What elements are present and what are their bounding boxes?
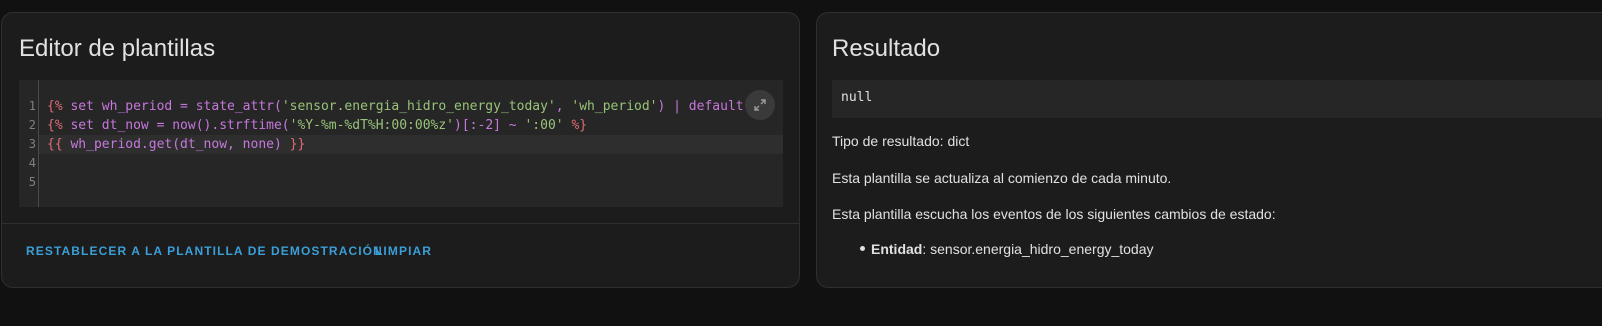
line-number: 2 bbox=[28, 118, 36, 132]
expand-icon bbox=[754, 99, 766, 111]
code-token-delimiter: {{ bbox=[47, 137, 63, 152]
result-output-box: null bbox=[832, 80, 1602, 118]
reset-demo-template-button[interactable]: RESTABLECER A LA PLANTILLA DE DEMOSTRACI… bbox=[26, 241, 383, 261]
entity-value: : sensor.energia_hidro_energy_today bbox=[922, 241, 1154, 257]
clear-button[interactable]: LIMPIAR bbox=[375, 241, 432, 261]
code-line-1[interactable]: {% set wh_period = state_attr('sensor.en… bbox=[47, 97, 783, 116]
code-token-delimiter: {% bbox=[47, 99, 63, 114]
result-title: Resultado bbox=[832, 35, 941, 62]
line-number: 5 bbox=[28, 175, 36, 189]
code-token-keyword: set bbox=[70, 99, 94, 114]
code-line-3[interactable]: {{ wh_period.get(dt_now, none) }} bbox=[47, 135, 305, 154]
code-token-text: , bbox=[555, 99, 572, 114]
code-token-text: )[:-2] ~ bbox=[454, 118, 525, 133]
card-actions-divider bbox=[2, 223, 799, 224]
line-number: 1 bbox=[28, 99, 36, 113]
line-number-gutter: 1 2 3 4 5 bbox=[19, 80, 39, 207]
code-token-delimiter: }} bbox=[289, 137, 306, 152]
code-token-text: dt_now = now().strftime( bbox=[93, 118, 290, 133]
code-token-delimiter: %} bbox=[571, 118, 588, 133]
result-output: null bbox=[841, 90, 873, 105]
code-token-text: wh_period = state_attr( bbox=[93, 99, 282, 114]
result-card: Resultado null Tipo de resultado: dict E… bbox=[816, 12, 1602, 288]
entity-list-item: Entidad: sensor.energia_hidro_energy_tod… bbox=[871, 241, 1154, 257]
editor-title: Editor de plantillas bbox=[19, 35, 216, 62]
code-token-text: wh_period.get(dt_now, none) bbox=[62, 137, 290, 152]
code-token-string: 'sensor.energia_hidro_energy_today' bbox=[281, 99, 556, 114]
code-token-string: ':00' bbox=[524, 118, 564, 133]
code-token-keyword: set bbox=[70, 118, 94, 133]
result-type-text: Tipo de resultado: dict bbox=[832, 133, 970, 149]
code-token-string: '%Y-%m-%dT%H:00:00%z' bbox=[289, 118, 455, 133]
line-number: 4 bbox=[28, 156, 36, 170]
code-token-delimiter: {% bbox=[47, 118, 63, 133]
code-editor[interactable]: 1 2 3 4 5 {% set wh_period = state_attr(… bbox=[19, 80, 783, 207]
template-editor-card: Editor de plantillas 1 2 3 4 5 {% set wh… bbox=[1, 12, 800, 288]
code-line-2[interactable]: {% set dt_now = now().strftime('%Y-%m-%d… bbox=[47, 116, 587, 135]
listeners-text: Esta plantilla escucha los eventos de lo… bbox=[832, 206, 1276, 222]
line-number: 3 bbox=[28, 137, 36, 151]
entity-label: Entidad bbox=[871, 241, 923, 257]
update-frequency-text: Esta plantilla se actualiza al comienzo … bbox=[832, 170, 1172, 186]
list-bullet bbox=[860, 246, 865, 251]
expand-editor-button[interactable] bbox=[745, 90, 775, 120]
code-token-string: 'wh_period' bbox=[571, 99, 658, 114]
